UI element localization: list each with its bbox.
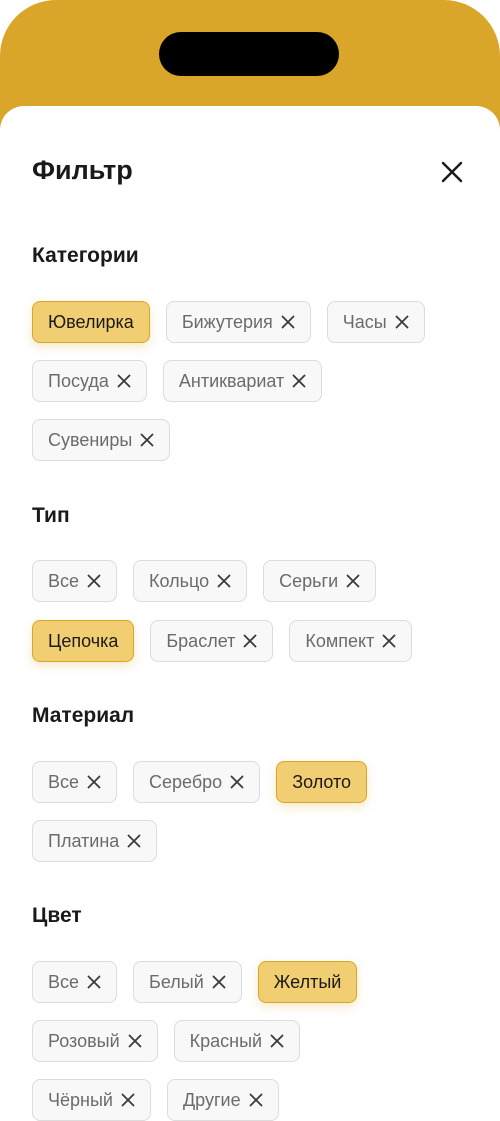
chip-silver[interactable]: Серебро [133, 761, 261, 803]
chip-label: Антиквариат [178, 370, 285, 391]
chip-label: Все [48, 971, 80, 992]
chip-label: Другие [182, 1089, 241, 1110]
close-button[interactable] [436, 156, 468, 188]
section-title-color: Цвет [32, 904, 82, 927]
section-title-type: Тип [32, 504, 70, 527]
chip-row: Все Серебро Золото [32, 761, 368, 803]
chip-set[interactable]: Компект [289, 620, 413, 662]
chip-platinum[interactable]: Платина [32, 820, 158, 862]
chip-pink[interactable]: Розовый [32, 1020, 158, 1062]
chip-antiques[interactable]: Антиквариат [162, 360, 323, 402]
chip-label: Все [48, 570, 80, 591]
chip-label: Ювелирка [48, 311, 134, 332]
chip-label: Бижутерия [181, 311, 273, 332]
x-icon[interactable] [395, 315, 409, 329]
chip-yellow[interactable]: Желтый [257, 961, 358, 1003]
chip-row: Посуда Антиквариат [32, 360, 323, 402]
chip-label: Желтый [273, 971, 342, 992]
x-icon[interactable] [128, 1034, 142, 1048]
x-icon[interactable] [281, 315, 295, 329]
chip-label: Все [48, 771, 80, 792]
x-icon[interactable] [346, 574, 360, 588]
section-title-categories: Категории [32, 244, 139, 267]
section-title-material: Материал [32, 704, 135, 727]
chip-label: Сувениры [48, 429, 133, 450]
chip-label: Серьги [279, 570, 339, 591]
x-icon[interactable] [212, 975, 226, 989]
chip-chain[interactable]: Цепочка [32, 620, 135, 662]
chip-label: Серебро [149, 771, 223, 792]
x-icon[interactable] [117, 374, 131, 388]
x-icon[interactable] [230, 775, 244, 789]
chip-dishes[interactable]: Посуда [32, 360, 147, 402]
chip-other[interactable]: Другие [166, 1079, 279, 1121]
page-title: Фильтр [32, 155, 133, 185]
x-icon[interactable] [217, 574, 231, 588]
camera-notch [159, 32, 339, 76]
chip-label: Цепочка [48, 630, 119, 651]
x-icon[interactable] [121, 1093, 135, 1107]
chip-jewelry[interactable]: Ювелирка [32, 301, 150, 343]
x-icon[interactable] [140, 433, 154, 447]
chip-gold[interactable]: Золото [276, 761, 368, 803]
x-icon[interactable] [87, 775, 101, 789]
chip-row: Чёрный Другие [32, 1079, 279, 1121]
chip-label: Кольцо [149, 570, 210, 591]
chip-bijouterie[interactable]: Бижутерия [165, 301, 311, 343]
chip-type-all[interactable]: Все [32, 560, 118, 602]
chip-label: Часы [342, 311, 387, 332]
chip-label: Золото [292, 771, 352, 792]
chip-label: Белый [149, 971, 204, 992]
chip-white[interactable]: Белый [133, 961, 242, 1003]
chip-label: Красный [189, 1030, 263, 1051]
chip-red[interactable]: Красный [173, 1020, 301, 1062]
chip-row: Все Белый Желтый [32, 961, 358, 1003]
chip-row: Розовый Красный [32, 1020, 301, 1062]
chip-souvenirs[interactable]: Сувениры [32, 419, 171, 461]
x-icon[interactable] [243, 634, 257, 648]
chip-label: Розовый [48, 1030, 120, 1051]
chip-earrings[interactable]: Серьги [263, 560, 377, 602]
chip-label: Посуда [48, 370, 109, 391]
x-icon[interactable] [292, 374, 306, 388]
x-icon[interactable] [270, 1034, 284, 1048]
chip-label: Чёрный [48, 1089, 113, 1110]
x-icon[interactable] [382, 634, 396, 648]
chip-color-all[interactable]: Все [32, 961, 118, 1003]
chip-label: Платина [48, 830, 120, 851]
chip-label: Компект [305, 630, 375, 651]
chip-row: Платина [32, 820, 158, 862]
chip-watches[interactable]: Часы [326, 301, 425, 343]
chip-row: Ювелирка Бижутерия Часы [32, 301, 425, 343]
chip-ring[interactable]: Кольцо [133, 560, 248, 602]
chip-row: Все Кольцо Серьги [32, 560, 377, 602]
chip-row: Сувениры [32, 419, 171, 461]
x-icon[interactable] [87, 574, 101, 588]
chip-black[interactable]: Чёрный [32, 1079, 151, 1121]
chip-row: Цепочка Браслет Компект [32, 620, 413, 662]
x-icon[interactable] [87, 975, 101, 989]
chip-label: Браслет [166, 630, 236, 651]
x-icon[interactable] [249, 1093, 263, 1107]
x-icon[interactable] [127, 834, 141, 848]
chip-bracelet[interactable]: Браслет [150, 620, 274, 662]
chip-material-all[interactable]: Все [32, 761, 118, 803]
close-icon [441, 161, 463, 183]
